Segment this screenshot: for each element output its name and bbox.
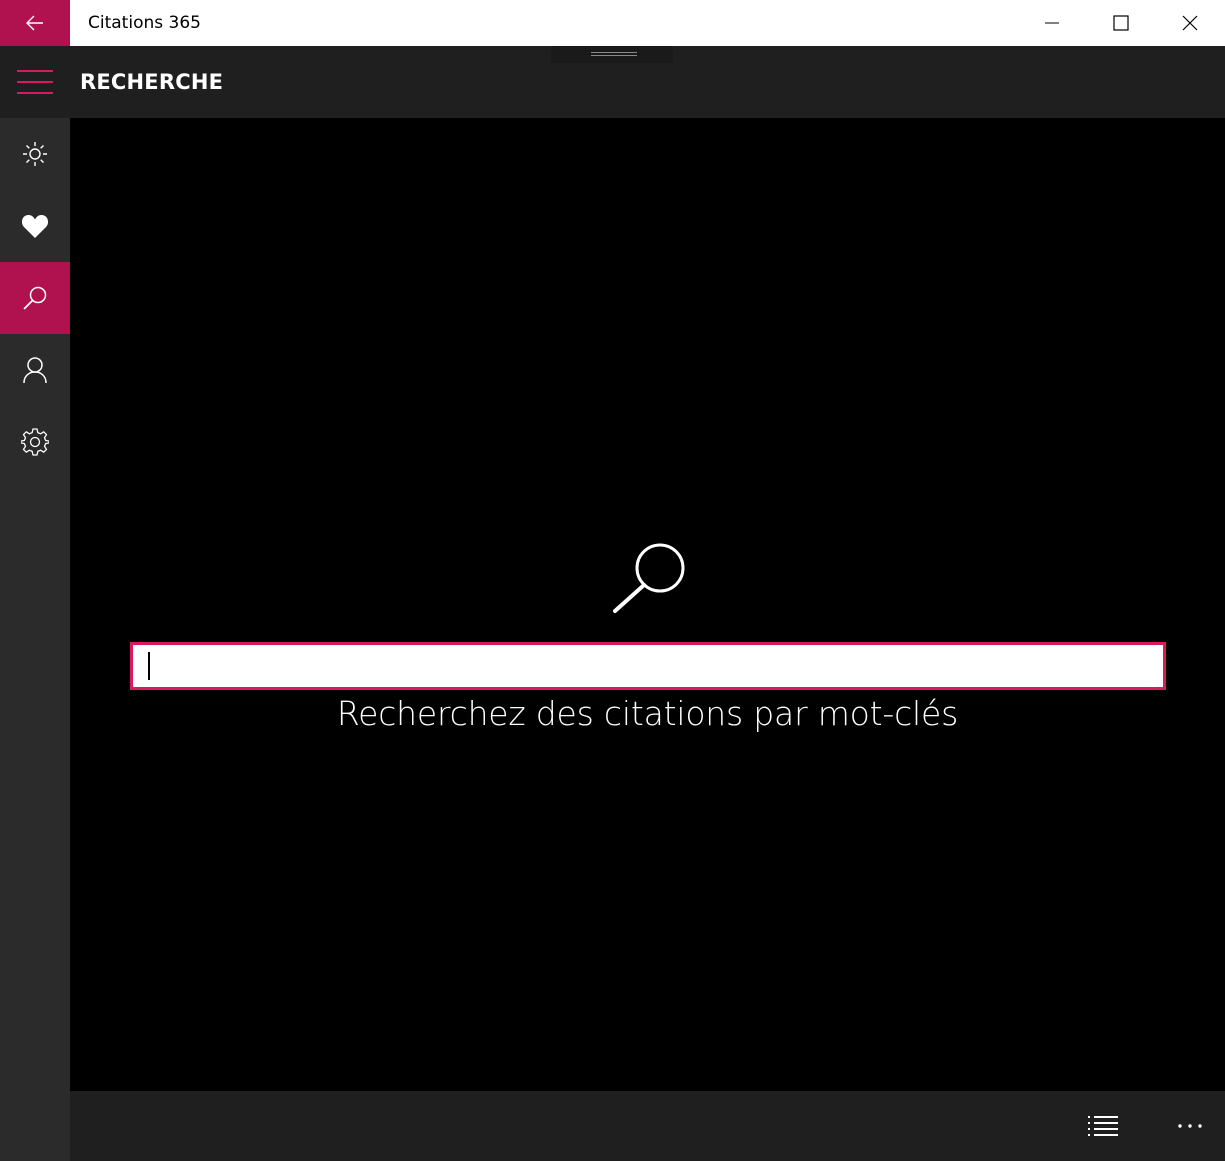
title-bar: Citations 365	[0, 0, 1225, 46]
sidebar-item-settings[interactable]	[0, 406, 70, 478]
person-icon	[23, 357, 47, 384]
sidebar-item-today[interactable]	[0, 118, 70, 190]
main-content: Recherchez des citations par mot-clés	[70, 118, 1225, 1091]
drag-handle[interactable]	[551, 46, 673, 63]
more-options-button[interactable]	[1160, 1091, 1220, 1161]
sidebar-item-search[interactable]	[0, 262, 70, 334]
hamburger-menu-button[interactable]	[0, 46, 70, 118]
sidebar	[0, 118, 70, 1161]
maximize-icon	[1113, 15, 1129, 31]
app-title: Citations 365	[88, 13, 201, 33]
page-header: RECHERCHE	[0, 46, 1225, 118]
sun-icon	[23, 142, 47, 166]
text-caret	[148, 652, 150, 680]
gear-icon	[21, 428, 49, 456]
ellipsis-icon	[1178, 1124, 1202, 1128]
command-bar	[70, 1091, 1225, 1161]
maximize-button[interactable]	[1087, 0, 1155, 46]
minimize-button[interactable]	[1018, 0, 1086, 46]
search-icon	[23, 286, 47, 310]
sidebar-item-favorites[interactable]	[0, 190, 70, 262]
close-icon	[1182, 15, 1198, 31]
hamburger-icon	[17, 70, 53, 94]
list-icon	[1088, 1116, 1118, 1136]
search-illustration-icon	[613, 543, 685, 613]
search-hint: Recherchez des citations par mot-clés	[336, 694, 959, 733]
sidebar-item-authors[interactable]	[0, 334, 70, 406]
search-input[interactable]	[130, 642, 1166, 690]
list-view-button[interactable]	[1073, 1091, 1133, 1161]
back-arrow-icon	[26, 15, 43, 31]
page-title: RECHERCHE	[80, 70, 224, 94]
drag-handle-line	[591, 52, 637, 53]
minimize-icon	[1045, 22, 1059, 24]
close-button[interactable]	[1156, 0, 1224, 46]
drag-handle-line	[591, 55, 637, 56]
back-button[interactable]	[0, 0, 70, 46]
heart-icon	[21, 215, 49, 238]
